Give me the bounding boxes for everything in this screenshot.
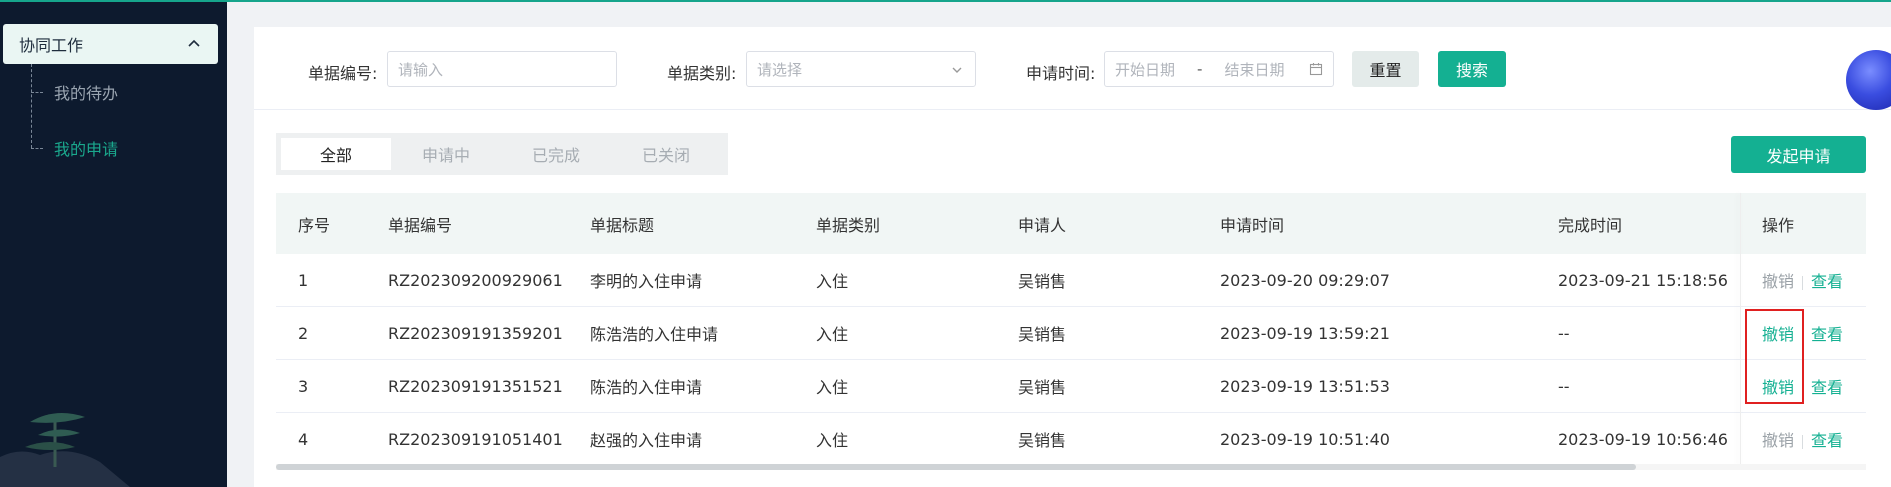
header-code: 单据编号 <box>388 215 453 235</box>
cell-no: 2 <box>298 323 309 343</box>
header-title: 单据标题 <box>590 215 655 235</box>
cell-code: RZ202309191351521 <box>388 376 563 396</box>
date-range-picker[interactable]: 开始日期 - 结束日期 <box>1104 51 1334 87</box>
table-row: 3 RZ202309191351521 陈浩的入住申请 入住 吴销售 2023-… <box>276 360 1866 413</box>
chevron-down-icon <box>952 67 962 73</box>
cancel-link[interactable]: 撤销 <box>1762 378 1794 397</box>
cell-finish-time: -- <box>1558 323 1570 343</box>
requests-table: 序号 单据编号 单据标题 单据类别 申请人 申请时间 完成时间 操作 1 RZ2… <box>276 193 1866 466</box>
doc-no-placeholder: 请输入 <box>398 60 444 79</box>
sidebar: 协同工作 我的待办 我的申请 <box>0 2 227 487</box>
table-row: 1 RZ202309200929061 李明的入住申请 入住 吴销售 2023-… <box>276 254 1866 307</box>
cell-finish-time: 2023-09-19 10:56:46 <box>1558 429 1728 449</box>
cell-apply-time: 2023-09-19 10:51:40 <box>1220 429 1390 449</box>
horizontal-scrollbar[interactable] <box>276 464 1866 470</box>
doc-no-label: 单据编号: <box>308 64 378 83</box>
cell-type: 入住 <box>816 431 849 450</box>
header-finish-time: 完成时间 <box>1558 215 1623 235</box>
cancel-link[interactable]: 撤销 <box>1762 431 1794 450</box>
start-date-placeholder[interactable]: 开始日期 <box>1115 59 1175 80</box>
apply-time-label: 申请时间: <box>1026 64 1096 83</box>
cell-code: RZ202309191359201 <box>388 323 563 343</box>
sidebar-item-label: 我的待办 <box>54 84 119 103</box>
end-date-placeholder[interactable]: 结束日期 <box>1224 59 1284 80</box>
cell-applicant: 吴销售 <box>1018 272 1067 291</box>
sidebar-item-my-requests[interactable]: 我的申请 <box>31 136 118 160</box>
cell-title: 陈浩的入住申请 <box>590 378 703 397</box>
cell-no: 3 <box>298 376 309 396</box>
menu-group-label: 协同工作 <box>19 36 84 55</box>
cell-code: RZ202309200929061 <box>388 270 563 290</box>
top-accent-line <box>0 0 1891 2</box>
cell-type: 入住 <box>816 272 849 291</box>
cancel-link[interactable]: 撤销 <box>1762 325 1794 344</box>
cell-title: 李明的入住申请 <box>590 272 703 291</box>
cell-applicant: 吴销售 <box>1018 431 1067 450</box>
doc-type-label: 单据类别: <box>667 64 737 83</box>
cell-type: 入住 <box>816 378 849 397</box>
table-row: 2 RZ202309191359201 陈浩浩的入住申请 入住 吴销售 2023… <box>276 307 1866 360</box>
cell-apply-time: 2023-09-20 09:29:07 <box>1220 270 1390 290</box>
new-request-button[interactable]: 发起申请 <box>1731 136 1866 173</box>
cell-code: RZ202309191051401 <box>388 429 563 449</box>
date-separator: - <box>1197 60 1203 78</box>
scrollbar-thumb[interactable] <box>276 464 1636 470</box>
view-link[interactable]: 查看 <box>1811 378 1843 397</box>
cell-title: 陈浩浩的入住申请 <box>590 325 719 344</box>
pine-tree-illustration <box>0 413 130 487</box>
cancel-link[interactable]: 撤销 <box>1762 272 1794 291</box>
filter-bar: 单据编号: 请输入 单据类别: 请选择 申请时间: 开始日期 - 结束日期 重置… <box>254 27 1891 110</box>
cell-finish-time: -- <box>1558 376 1570 396</box>
header-actions: 操作 <box>1762 215 1795 235</box>
doc-no-input[interactable]: 请输入 <box>387 51 617 87</box>
cell-type: 入住 <box>816 325 849 344</box>
search-button[interactable]: 搜索 <box>1438 51 1506 87</box>
cell-finish-time: 2023-09-21 15:18:56 <box>1558 270 1728 290</box>
view-link[interactable]: 查看 <box>1811 431 1843 450</box>
calendar-icon <box>1309 63 1323 76</box>
view-link[interactable]: 查看 <box>1811 272 1843 291</box>
tab-in-progress[interactable]: 申请中 <box>391 138 501 170</box>
tab-closed[interactable]: 已关闭 <box>611 138 721 170</box>
cell-title: 赵强的入住申请 <box>590 431 703 450</box>
doc-type-placeholder: 请选择 <box>757 60 803 79</box>
cell-apply-time: 2023-09-19 13:51:53 <box>1220 376 1390 396</box>
header-no: 序号 <box>298 215 331 235</box>
reset-button[interactable]: 重置 <box>1352 51 1419 87</box>
cell-applicant: 吴销售 <box>1018 325 1067 344</box>
tab-completed[interactable]: 已完成 <box>501 138 611 170</box>
sidebar-item-my-todo[interactable]: 我的待办 <box>31 80 118 104</box>
tab-all[interactable]: 全部 <box>281 138 391 170</box>
header-apply-time: 申请时间 <box>1220 215 1285 235</box>
status-tabs: 全部 申请中 已完成 已关闭 <box>276 133 728 175</box>
cell-no: 1 <box>298 270 309 290</box>
header-applicant: 申请人 <box>1018 215 1067 235</box>
table-header: 序号 单据编号 单据标题 单据类别 申请人 申请时间 完成时间 操作 <box>276 193 1866 254</box>
cell-no: 4 <box>298 429 309 449</box>
header-type: 单据类别 <box>816 215 881 235</box>
fixed-column-divider <box>1740 193 1741 466</box>
chevron-up-icon <box>188 39 200 47</box>
view-link[interactable]: 查看 <box>1811 325 1843 344</box>
menu-group-collaboration[interactable]: 协同工作 <box>3 24 218 64</box>
doc-type-select[interactable]: 请选择 <box>746 51 976 87</box>
cell-apply-time: 2023-09-19 13:59:21 <box>1220 323 1390 343</box>
sidebar-item-label: 我的申请 <box>54 140 119 159</box>
table-row: 4 RZ202309191051401 赵强的入住申请 入住 吴销售 2023-… <box>276 413 1866 466</box>
cell-applicant: 吴销售 <box>1018 378 1067 397</box>
